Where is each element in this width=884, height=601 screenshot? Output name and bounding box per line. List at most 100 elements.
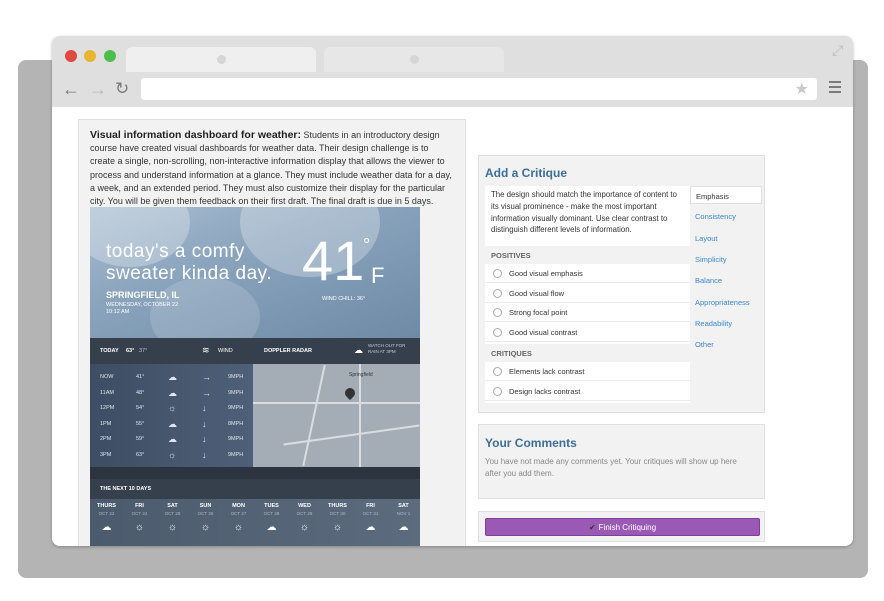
radio-button[interactable] [493, 269, 502, 278]
assignment-body: Students in an introductory design cours… [90, 130, 452, 207]
day-date: OCT 25 [164, 511, 181, 516]
hour-wind-speed: 9MPH [228, 405, 244, 411]
category-label: Simplicity [695, 254, 727, 264]
address-bar[interactable]: ★ [141, 78, 817, 100]
weather-tagline: today's a comfy sweater kinda day. [106, 241, 272, 285]
category-tab-balance[interactable]: Balance [690, 271, 762, 289]
hour-wind-speed: 9MPH [228, 389, 244, 396]
category-tab-simplicity[interactable]: Simplicity [690, 250, 762, 268]
wind-arrow-icon: → [202, 372, 211, 382]
cloud-icon: ☁ [168, 418, 177, 429]
radio-button[interactable] [493, 308, 502, 317]
hour-time: 1PM [100, 420, 112, 427]
radar-label: DOPPLER RADAR [264, 348, 312, 354]
expand-icon[interactable]: ⤢ [832, 42, 843, 59]
temp-unit: F [371, 263, 385, 288]
city-name: SPRINGFIELD, IL [106, 290, 180, 300]
category-label: Other [695, 340, 714, 350]
wind-arrow-icon: ↓ [202, 434, 207, 444]
critique-option[interactable]: Design lacks contrast [485, 382, 690, 401]
day-date: OCT 23 [98, 511, 115, 516]
option-label: Good visual flow [509, 288, 565, 298]
hour-time: NOW [100, 374, 114, 380]
day-name: FRI [366, 503, 375, 509]
today-high: 63° [126, 348, 135, 354]
close-window-button[interactable] [65, 50, 77, 62]
category-tab-appropriateness[interactable]: Appropriateness [690, 293, 762, 311]
critique-option[interactable]: Good visual contrast [485, 323, 690, 342]
category-label: Balance [695, 276, 723, 286]
day-date: OCT 27 [230, 511, 247, 516]
category-tab-layout[interactable]: Layout [690, 229, 762, 247]
hour-wind-speed: 9MPH [228, 374, 244, 380]
day-name: TUES [264, 503, 279, 509]
positives-header: POSITIVES [485, 246, 690, 264]
hour-time: 3PM [100, 451, 112, 458]
browser-tab-inactive[interactable] [324, 47, 504, 72]
section-label: POSITIVES [491, 251, 531, 260]
assignment-title: Visual information dashboard for weather… [90, 129, 302, 141]
sun-icon: ☼ [200, 522, 211, 533]
radar-note: WATCH OUT FOR RAIN AT 3PM [368, 343, 406, 354]
hourly-forecast: NOW 41° → 9MPH ☁ 11AM 48° → 9MPH ☁ 12PM 54° ↓ 9MPH ☼ 1P… [90, 364, 253, 467]
minimize-window-button[interactable] [84, 50, 96, 62]
back-icon[interactable]: ← [62, 78, 80, 100]
check-icon: ✔ [588, 523, 596, 532]
hourly-row: 1PM 55° ↓ 8MPH ☁ [90, 417, 253, 432]
comments-panel: Your Comments You have not made any comm… [478, 424, 765, 499]
category-tab-other[interactable]: Other [690, 335, 762, 353]
critique-list[interactable]: The design should match the importance o… [485, 186, 690, 403]
category-label: Appropriateness [695, 297, 750, 307]
menu-icon[interactable] [829, 81, 841, 96]
hour-wind-speed: 9MPH [228, 451, 244, 458]
date-time: WEDNESDAY, OCTOBER 22 10:12 AM [106, 302, 178, 316]
wind-chill: WIND CHILL: 36° [322, 296, 366, 302]
critique-option[interactable]: Elements lack contrast [485, 362, 690, 381]
category-tab-consistency[interactable]: Consistency [690, 207, 762, 225]
finish-critiquing-button[interactable]: ✔ Finish Critiquing [485, 518, 760, 536]
wind-label: WIND [218, 348, 233, 354]
day-date: NOV 1 [396, 511, 411, 516]
tagline-line-2: sweater kinda day. [106, 263, 273, 284]
category-label: Readability [695, 318, 733, 328]
hourly-row: 2PM 59° ↓ 9MPH ☁ [90, 432, 253, 447]
sun-icon: ☼ [233, 522, 244, 533]
today-label: TODAY [100, 348, 119, 354]
day-date: OCT 26 [197, 511, 214, 516]
maximize-window-button[interactable] [104, 50, 116, 62]
radio-button[interactable] [493, 386, 502, 396]
hour-temp: 55° [136, 420, 145, 427]
critique-option[interactable]: Good visual emphasis [485, 264, 690, 283]
tagline-line-1: today's a comfy [106, 241, 245, 262]
critique-option[interactable]: Good visual flow [485, 284, 690, 303]
map-pin-icon [342, 385, 358, 401]
hourly-row: 11AM 48° → 9MPH ☁ [90, 386, 253, 401]
category-tab-emphasis[interactable]: Emphasis [690, 186, 762, 204]
cloud-icon: ☁ [168, 434, 177, 444]
bookmark-star-icon[interactable]: ★ [795, 79, 809, 99]
forecast-day: FRI OCT 31 ☁ [354, 503, 387, 533]
ten-day-header: THE NEXT 10 DAYS [90, 479, 420, 499]
sun-icon: ☼ [134, 522, 145, 533]
map-city-label: Springfield [349, 372, 373, 378]
category-tab-readability[interactable]: Readability [690, 314, 762, 332]
sun-icon: ☼ [168, 449, 177, 460]
reload-icon[interactable]: ↻ [115, 78, 129, 100]
tab-favicon [217, 55, 226, 64]
critiques-header: CRITIQUES [485, 344, 690, 362]
option-label: Elements lack contrast [509, 367, 585, 376]
radio-button[interactable] [493, 288, 502, 298]
radio-button[interactable] [493, 367, 502, 376]
ten-day-forecast: THURS OCT 23 ☁ FRI OCT 24 ☼ SAT OCT 25 ☼ SUN OCT 2… [90, 499, 420, 546]
cloud-icon: ☁ [266, 522, 277, 533]
critique-option[interactable]: Strong focal point [485, 303, 690, 322]
forecast-day: SAT OCT 25 ☼ [156, 503, 189, 533]
cloud-icon: ☁ [168, 387, 177, 398]
browser-tab-active[interactable] [126, 47, 316, 72]
forward-icon[interactable]: → [89, 78, 107, 100]
forecast-day: THURS OCT 23 ☁ [90, 503, 123, 533]
browser-chrome: ⤢ ← → ↻ ★ [52, 36, 853, 107]
day-name: SAT [398, 503, 409, 509]
radio-button[interactable] [493, 327, 502, 337]
day-name: MON [232, 503, 245, 509]
